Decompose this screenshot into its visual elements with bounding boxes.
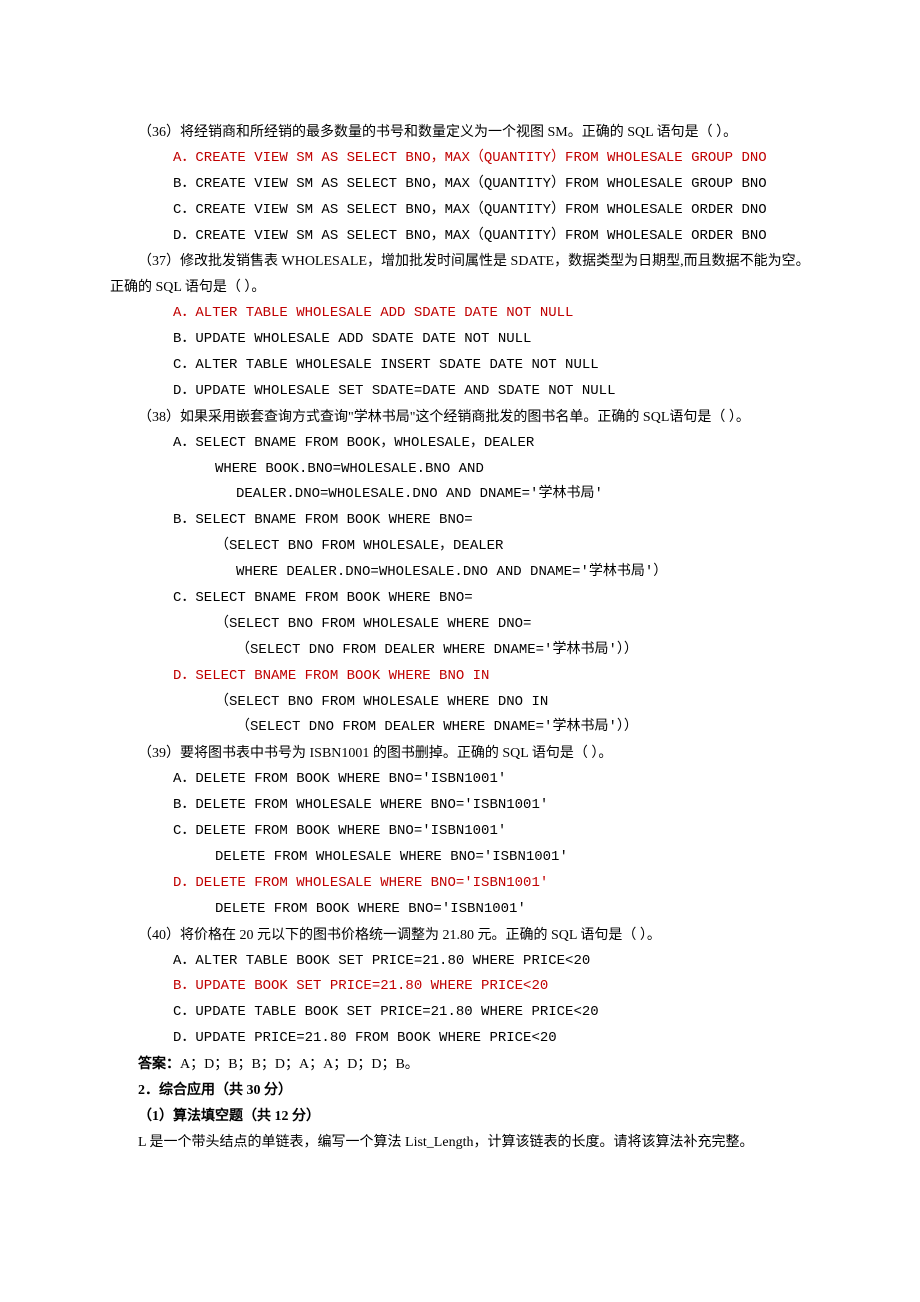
q38-stem: （38）如果采用嵌套查询方式查询"学林书局"这个经销商批发的图书名单。正确的 S… [110, 405, 810, 431]
q38-option-b: B．SELECT BNAME FROM BOOK WHERE BNO= [110, 508, 810, 534]
q36-option-a: A．CREATE VIEW SM AS SELECT BNO，MAX（QUANT… [110, 146, 810, 172]
q39-option-d-line2: DELETE FROM BOOK WHERE BNO='ISBN1001' [110, 897, 810, 923]
q38-option-b-line3: WHERE DEALER.DNO=WHOLESALE.DNO AND DNAME… [110, 560, 810, 586]
q38-option-c-line2: （SELECT BNO FROM WHOLESALE WHERE DNO= [110, 612, 810, 638]
q38-option-d-line3: （SELECT DNO FROM DEALER WHERE DNAME='学林书… [110, 715, 810, 741]
q39-option-a: A．DELETE FROM BOOK WHERE BNO='ISBN1001' [110, 767, 810, 793]
q37-option-a: A．ALTER TABLE WHOLESALE ADD SDATE DATE N… [110, 301, 810, 327]
q40-option-d: D．UPDATE PRICE=21.80 FROM BOOK WHERE PRI… [110, 1026, 810, 1052]
q36-option-b: B．CREATE VIEW SM AS SELECT BNO，MAX（QUANT… [110, 172, 810, 198]
document-page: （36）将经销商和所经销的最多数量的书号和数量定义为一个视图 SM。正确的 SQ… [0, 0, 920, 1302]
q38-option-d: D．SELECT BNAME FROM BOOK WHERE BNO IN [110, 664, 810, 690]
q37-option-c: C．ALTER TABLE WHOLESALE INSERT SDATE DAT… [110, 353, 810, 379]
answers-line: 答案：A；D；B；B；D；A；A；D；D；B。 [110, 1052, 810, 1078]
q38-option-d-line2: （SELECT BNO FROM WHOLESALE WHERE DNO IN [110, 690, 810, 716]
q36-option-d: D．CREATE VIEW SM AS SELECT BNO，MAX（QUANT… [110, 224, 810, 250]
q39-option-b: B．DELETE FROM WHOLESALE WHERE BNO='ISBN1… [110, 793, 810, 819]
section-2-title: 2．综合应用（共 30 分） [110, 1078, 810, 1104]
q39-option-d: D．DELETE FROM WHOLESALE WHERE BNO='ISBN1… [110, 871, 810, 897]
q38-option-a-line2: WHERE BOOK.BNO=WHOLESALE.BNO AND [110, 457, 810, 483]
q40-stem: （40）将价格在 20 元以下的图书价格统一调整为 21.80 元。正确的 SQ… [110, 923, 810, 949]
q37-option-b: B．UPDATE WHOLESALE ADD SDATE DATE NOT NU… [110, 327, 810, 353]
q38-option-a: A．SELECT BNAME FROM BOOK，WHOLESALE，DEALE… [110, 431, 810, 457]
q38-option-a-line3: DEALER.DNO=WHOLESALE.DNO AND DNAME='学林书局… [110, 482, 810, 508]
q38-option-c-line3: （SELECT DNO FROM DEALER WHERE DNAME='学林书… [110, 638, 810, 664]
q37-stem: （37）修改批发销售表 WHOLESALE，增加批发时间属性是 SDATE，数据… [110, 249, 810, 301]
answers-text: A；D；B；B；D；A；A；D；D；B。 [180, 1057, 419, 1072]
q39-stem: （39）要将图书表中书号为 ISBN1001 的图书删掉。正确的 SQL 语句是… [110, 741, 810, 767]
section-2-paragraph: L 是一个带头结点的单链表，编写一个算法 List_Length，计算该链表的长… [110, 1130, 810, 1156]
q38-option-b-line2: （SELECT BNO FROM WHOLESALE，DEALER [110, 534, 810, 560]
q40-option-a: A．ALTER TABLE BOOK SET PRICE=21.80 WHERE… [110, 949, 810, 975]
answers-label: 答案： [138, 1057, 180, 1072]
q38-option-c: C．SELECT BNAME FROM BOOK WHERE BNO= [110, 586, 810, 612]
q39-option-c-line2: DELETE FROM WHOLESALE WHERE BNO='ISBN100… [110, 845, 810, 871]
q36-stem: （36）将经销商和所经销的最多数量的书号和数量定义为一个视图 SM。正确的 SQ… [110, 120, 810, 146]
q40-option-c: C．UPDATE TABLE BOOK SET PRICE=21.80 WHER… [110, 1000, 810, 1026]
q39-option-c: C．DELETE FROM BOOK WHERE BNO='ISBN1001' [110, 819, 810, 845]
q40-option-b: B．UPDATE BOOK SET PRICE=21.80 WHERE PRIC… [110, 974, 810, 1000]
q36-option-c: C．CREATE VIEW SM AS SELECT BNO，MAX（QUANT… [110, 198, 810, 224]
q37-option-d: D．UPDATE WHOLESALE SET SDATE=DATE AND SD… [110, 379, 810, 405]
section-2-sub1-title: （1）算法填空题（共 12 分） [110, 1104, 810, 1130]
